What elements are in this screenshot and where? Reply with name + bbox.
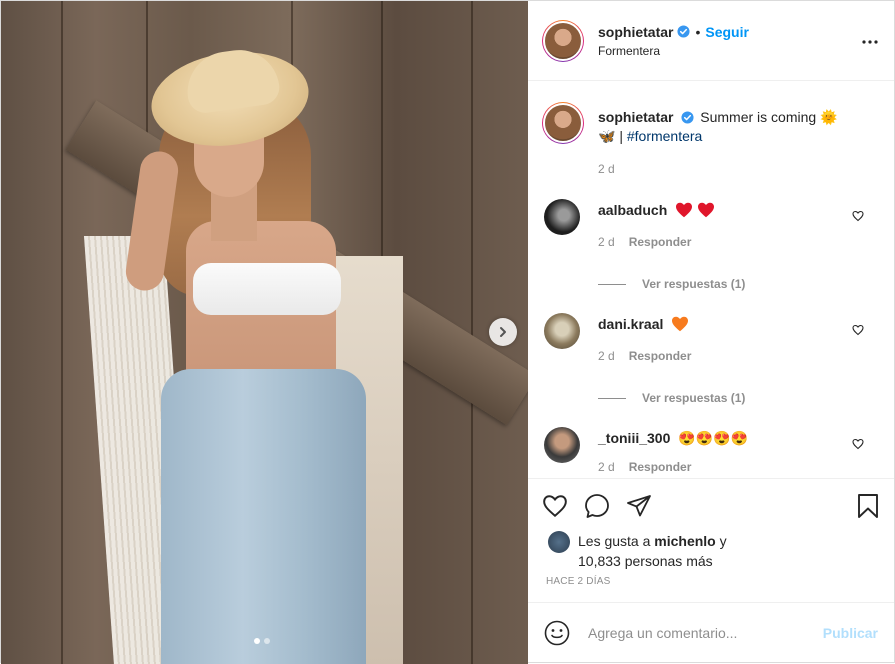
- emoji-smiley-icon[interactable]: [544, 620, 570, 646]
- caption-username[interactable]: sophietatar: [598, 109, 673, 125]
- liker-username[interactable]: michenlo: [654, 533, 715, 549]
- verified-badge-icon: [677, 25, 691, 38]
- comment-item: aalbaduch 2 d Responder: [544, 199, 878, 252]
- comment-item: _toniii_300 😍😍😍😍 2 d Responder: [544, 427, 878, 477]
- post-header: sophietatar • Seguir Formentera: [528, 1, 894, 81]
- comment-input[interactable]: [586, 623, 823, 642]
- carousel-dots: [254, 638, 270, 644]
- comment-username[interactable]: dani.kraal: [598, 316, 663, 332]
- comment-username[interactable]: aalbaduch: [598, 202, 667, 218]
- reply-button[interactable]: Responder: [629, 233, 692, 252]
- reply-button[interactable]: Responder: [629, 347, 692, 366]
- likes-prefix: Les gusta a: [578, 533, 651, 549]
- comment-time[interactable]: 2 d: [598, 233, 615, 252]
- comments-list[interactable]: sophietatar Summer is coming 🌞 🦋 | #form…: [528, 82, 894, 478]
- publish-button[interactable]: Publicar: [823, 625, 878, 641]
- separator-bullet: •: [695, 23, 701, 40]
- caption-time[interactable]: 2 d: [598, 160, 615, 179]
- hashtag-link[interactable]: #formentera: [627, 128, 702, 144]
- jeans: [161, 369, 366, 664]
- carousel-dot: [264, 638, 270, 644]
- red-heart-emoji-icon: [675, 202, 693, 223]
- action-bar: [528, 478, 894, 532]
- bookmark-icon[interactable]: [856, 493, 880, 519]
- liker-avatar[interactable]: [548, 531, 570, 553]
- view-replies-button[interactable]: Ver respuestas (1): [598, 277, 878, 291]
- likes-count-link[interactable]: 10,833 personas más: [578, 553, 713, 569]
- comment-text: 😍😍😍😍: [678, 430, 748, 446]
- post-photo[interactable]: [1, 1, 528, 664]
- comment-avatar[interactable]: [544, 199, 580, 235]
- likes-conj: y: [719, 533, 727, 549]
- header-username[interactable]: sophietatar: [598, 24, 673, 40]
- caption-text: Summer is coming 🌞: [700, 109, 838, 125]
- like-comment-heart-icon[interactable]: [852, 209, 864, 227]
- verified-badge-icon: [681, 111, 694, 124]
- view-replies-label: Ver respuestas (1): [642, 391, 746, 405]
- next-slide-button[interactable]: [489, 318, 517, 346]
- bikini-top: [193, 263, 341, 315]
- likes-summary: Les gusta a michenlo y 10,833 personas m…: [548, 531, 878, 571]
- comment-avatar[interactable]: [544, 427, 580, 463]
- post-timestamp[interactable]: HACE 2 DÍAS: [546, 576, 610, 587]
- comment-username[interactable]: _toniii_300: [598, 430, 670, 446]
- more-options-icon[interactable]: [862, 31, 878, 49]
- share-paper-plane-icon[interactable]: [626, 494, 652, 518]
- view-replies-button[interactable]: Ver respuestas (1): [598, 391, 878, 405]
- like-heart-icon[interactable]: [542, 494, 568, 518]
- like-comment-heart-icon[interactable]: [852, 437, 864, 455]
- carousel-dot-active: [254, 638, 260, 644]
- location-link[interactable]: Formentera: [598, 44, 749, 58]
- caption-separator: |: [619, 128, 623, 144]
- post-side-panel: sophietatar • Seguir Formentera sophieta…: [528, 1, 894, 662]
- reply-button[interactable]: Responder: [629, 458, 692, 477]
- comment-item: dani.kraal 2 d Responder: [544, 313, 878, 366]
- like-comment-heart-icon[interactable]: [852, 323, 864, 341]
- post-modal: sophietatar • Seguir Formentera sophieta…: [0, 0, 895, 664]
- orange-heart-emoji-icon: [671, 316, 689, 337]
- comment-time[interactable]: 2 d: [598, 347, 615, 366]
- follow-button[interactable]: Seguir: [705, 24, 749, 40]
- red-heart-emoji-icon: [697, 202, 715, 223]
- butterfly-emoji: 🦋: [598, 128, 616, 144]
- avatar[interactable]: [542, 19, 584, 62]
- view-replies-label: Ver respuestas (1): [642, 277, 746, 291]
- add-comment-bar: Publicar: [528, 602, 894, 662]
- caption: sophietatar Summer is coming 🌞 🦋 | #form…: [542, 102, 878, 179]
- comment-avatar[interactable]: [544, 313, 580, 349]
- caption-avatar[interactable]: [542, 102, 584, 144]
- chevron-right-icon: [500, 327, 506, 337]
- comment-time[interactable]: 2 d: [598, 458, 615, 477]
- comment-bubble-icon[interactable]: [584, 493, 610, 519]
